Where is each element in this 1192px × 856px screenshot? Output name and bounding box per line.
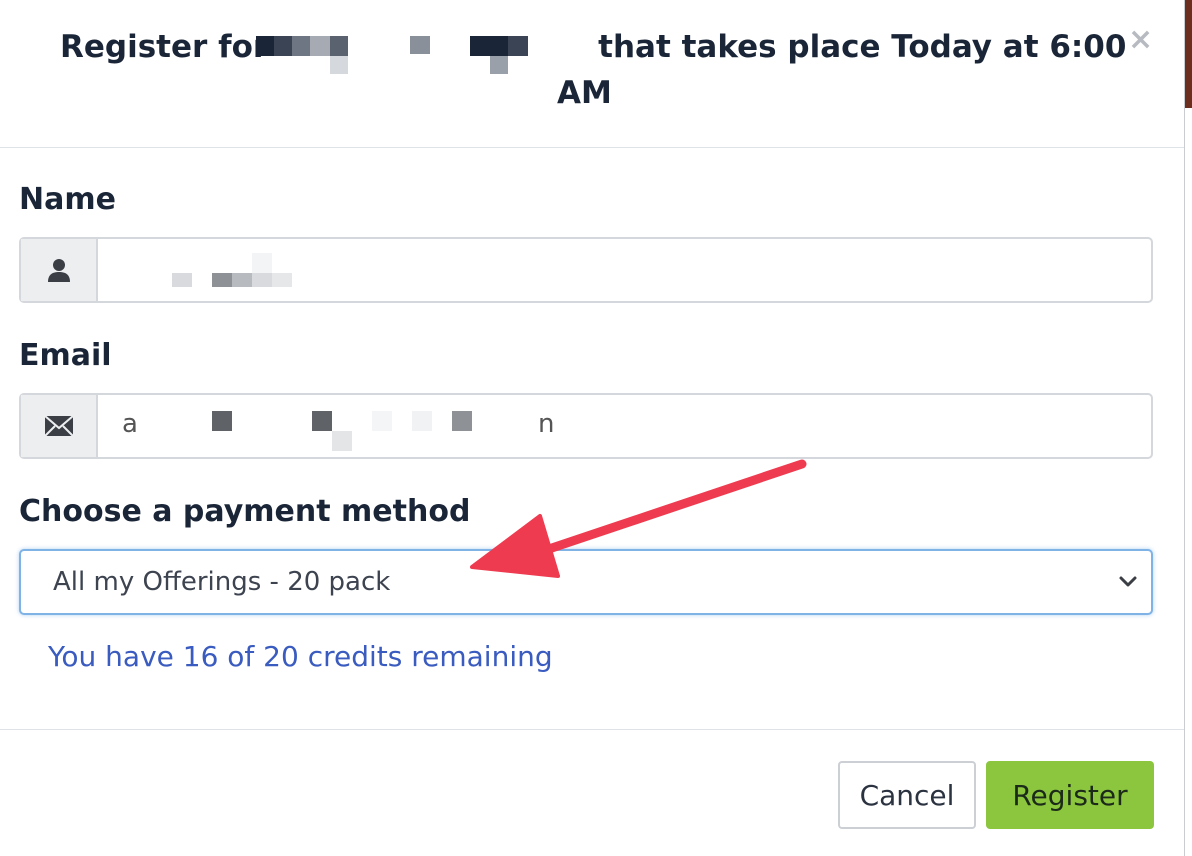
envelope-icon bbox=[43, 415, 74, 437]
name-input-redacted[interactable] bbox=[100, 239, 1151, 301]
title-line2: AM bbox=[557, 75, 612, 111]
modal-footer: Cancel Register bbox=[0, 729, 1184, 856]
user-icon bbox=[47, 259, 70, 282]
title-prefix: Register for bbox=[60, 29, 269, 65]
name-field[interactable] bbox=[19, 237, 1153, 303]
email-visible-end: n bbox=[538, 409, 555, 439]
redacted-event-name bbox=[256, 32, 598, 74]
email-label: Email bbox=[19, 338, 112, 373]
close-icon[interactable]: × bbox=[1128, 22, 1153, 57]
cancel-button[interactable]: Cancel bbox=[838, 761, 976, 829]
payment-method-value: All my Offerings - 20 pack bbox=[53, 567, 391, 597]
email-addon bbox=[21, 395, 98, 457]
background-page-strip bbox=[1184, 0, 1192, 108]
email-input-redacted[interactable]: a n bbox=[100, 395, 1151, 457]
payment-method-label: Choose a payment method bbox=[19, 494, 471, 529]
credits-remaining-text: You have 16 of 20 credits remaining bbox=[48, 640, 553, 673]
title-suffix: that takes place Today at 6:00 bbox=[598, 29, 1127, 65]
register-modal: Register for that takes place Today at 6 bbox=[0, 0, 1184, 856]
payment-method-select[interactable]: All my Offerings - 20 pack bbox=[19, 549, 1153, 615]
background-edge bbox=[1183, 0, 1192, 856]
email-field[interactable]: a n bbox=[19, 393, 1153, 459]
chevron-down-icon bbox=[1119, 576, 1137, 587]
modal-header: Register for that takes place Today at 6 bbox=[0, 0, 1184, 148]
modal-title: Register for that takes place Today at 6 bbox=[60, 24, 1126, 116]
register-button[interactable]: Register bbox=[986, 761, 1154, 829]
name-label: Name bbox=[19, 182, 116, 217]
name-addon bbox=[21, 239, 98, 301]
